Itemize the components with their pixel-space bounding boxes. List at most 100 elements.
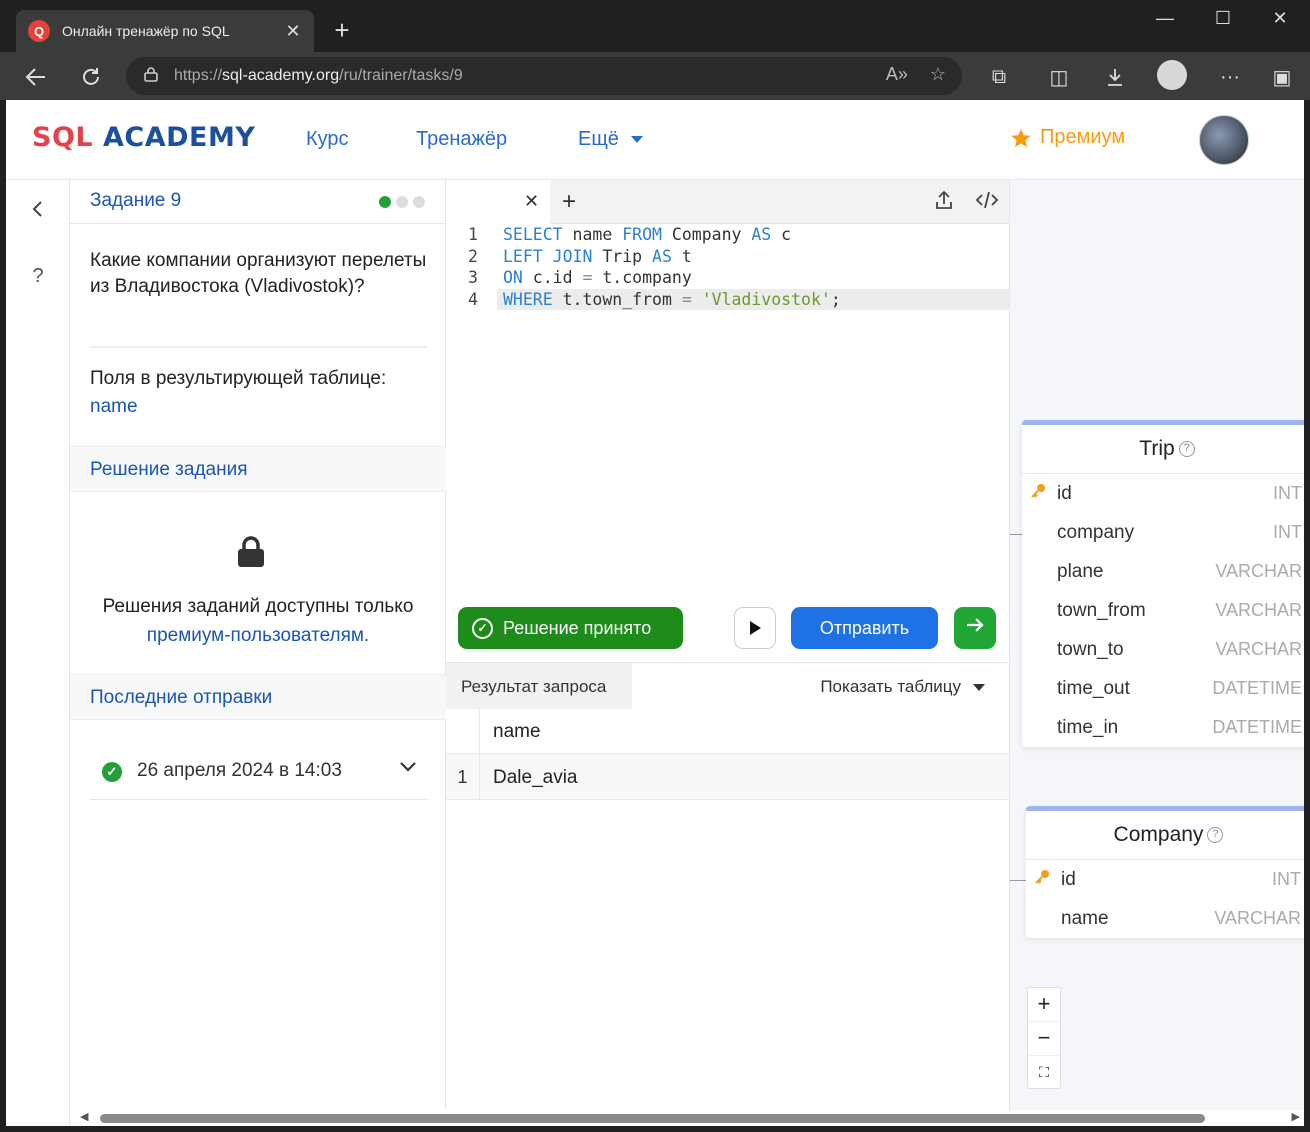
lock-icon[interactable]	[144, 66, 158, 87]
divider	[90, 346, 427, 348]
column-name: id	[1061, 869, 1076, 890]
code-icon[interactable]	[975, 190, 999, 215]
column-type: INT	[1273, 522, 1302, 542]
result-fields-value: name	[90, 396, 138, 417]
site-logo[interactable]: SQL ACADEMY	[32, 122, 255, 153]
address-bar[interactable]: https://sql-academy.org/ru/trainer/tasks…	[126, 57, 962, 95]
download-icon[interactable]	[1101, 63, 1129, 91]
scrollbar-thumb[interactable]	[100, 1114, 1205, 1123]
new-tab-button[interactable]: +	[328, 16, 356, 44]
back-icon[interactable]	[22, 63, 50, 91]
code-editor[interactable]: 1 SELECT name FROM Company AS c 2 LEFT JOIN…	[446, 224, 1009, 310]
extensions-icon[interactable]: ⧉	[985, 63, 1013, 91]
result-header: Результат запроса Показать таблицу	[446, 662, 1009, 709]
table-card-company[interactable]: Company? id INT name VARCHAR	[1026, 806, 1304, 938]
task-question: Какие компании организуют перелеты из Вл…	[90, 250, 427, 297]
table-row: 1 Dale_avia	[446, 754, 1009, 800]
code-text: LEFT JOIN Trip AS t	[503, 246, 692, 266]
schema-diagram[interactable]: + − ⛶ Trip? id INT company INT plane VARCHAR to…	[1009, 180, 1304, 1126]
code-text: SELECT name FROM Company AS c	[503, 225, 792, 244]
code-line[interactable]: 1 SELECT name FROM Company AS c	[446, 224, 1009, 246]
task-progress-dots	[379, 196, 425, 208]
code-line[interactable]: 2 LEFT JOIN Trip AS t	[446, 246, 1009, 268]
table-card-title: Trip?	[1022, 425, 1304, 474]
favorite-star-icon[interactable]: ☆	[930, 64, 946, 85]
key-icon	[1034, 869, 1050, 889]
line-number: 2	[468, 246, 478, 266]
add-tab-button[interactable]: +	[562, 188, 576, 216]
next-task-button[interactable]	[954, 607, 996, 649]
column-name: id	[1057, 483, 1072, 504]
user-avatar[interactable]	[1199, 115, 1249, 165]
zoom-out-button[interactable]: −	[1028, 1022, 1060, 1056]
close-window-button[interactable]: ✕	[1265, 8, 1295, 29]
solution-section-header[interactable]: Решение задания	[70, 446, 446, 492]
column-name: time_in	[1057, 717, 1119, 738]
tab-title: Онлайн тренажёр по SQL	[62, 23, 230, 39]
code-line[interactable]: 4 WHERE t.town_from = 'Vladivostok';	[468, 288, 1009, 310]
code-text: WHERE t.town_from = 'Vladivostok';	[503, 289, 841, 309]
result-table: name 1 Dale_avia	[446, 708, 1009, 800]
tab-query-result[interactable]: Результат запроса	[446, 663, 632, 709]
fit-screen-icon[interactable]: ⛶	[1028, 1056, 1060, 1090]
table-column: town_from VARCHAR	[1022, 591, 1304, 630]
chevron-down-icon[interactable]	[399, 756, 417, 779]
column-type: INT	[1273, 483, 1302, 503]
table-card-trip[interactable]: Trip? id INT company INT plane VARCHAR town_fro…	[1022, 420, 1304, 747]
horizontal-scrollbar[interactable]: ◀ ▶	[76, 1110, 1304, 1126]
nav-course[interactable]: Курс	[306, 128, 349, 151]
column-type: VARCHAR	[1215, 561, 1302, 581]
table-column: name VARCHAR	[1026, 899, 1304, 938]
result-fields-label: Поля в результирующей таблице:	[90, 368, 387, 389]
run-button[interactable]	[734, 607, 776, 649]
help-icon[interactable]: ?	[26, 264, 50, 288]
browser-profile-avatar[interactable]	[1157, 60, 1187, 90]
table-column: id INT	[1022, 474, 1304, 513]
zoom-in-button[interactable]: +	[1028, 988, 1060, 1022]
help-icon[interactable]: ?	[1178, 441, 1195, 458]
tab-close-icon[interactable]: ✕	[284, 21, 302, 42]
browser-tab[interactable]: Q Онлайн тренажёр по SQL ✕	[16, 10, 314, 52]
maximize-button[interactable]: ☐	[1208, 8, 1238, 29]
minimize-button[interactable]: —	[1150, 8, 1180, 29]
editor-tab[interactable]: ✕	[446, 180, 550, 224]
line-number: 1	[468, 225, 478, 244]
row-index: 1	[446, 754, 480, 800]
chevron-left-icon[interactable]	[26, 200, 50, 224]
show-table-dropdown[interactable]: Показать таблицу	[820, 677, 985, 697]
column-type: VARCHAR	[1214, 908, 1301, 928]
column-type: INT	[1272, 869, 1301, 889]
nav-trainer[interactable]: Тренажёр	[416, 128, 507, 151]
read-aloud-icon[interactable]: A»	[886, 64, 908, 85]
solution-accepted-badge[interactable]: ✓ Решение принято	[458, 607, 683, 649]
editor-tabs: ✕ +	[446, 180, 1009, 224]
relation-line	[1010, 880, 1026, 881]
close-icon[interactable]: ✕	[524, 191, 539, 212]
code-line[interactable]: 3 ON c.id = t.company	[446, 267, 1009, 289]
refresh-icon[interactable]	[77, 63, 105, 91]
more-icon[interactable]: ···	[1216, 63, 1244, 91]
arrow-right-icon	[967, 618, 984, 632]
premium-users-link[interactable]: премиум-пользователям.	[147, 625, 369, 646]
column-name: town_to	[1057, 639, 1124, 660]
browser-toolbar: https://sql-academy.org/ru/trainer/tasks…	[0, 52, 1310, 100]
line-number: 3	[468, 268, 478, 287]
caret-down-icon	[630, 136, 643, 144]
column-type: DATETIME	[1212, 678, 1302, 698]
zoom-controls: + − ⛶	[1027, 987, 1061, 1089]
submission-item[interactable]: ✓ 26 апреля 2024 в 14:03	[90, 750, 427, 800]
premium-link[interactable]: Премиум	[1010, 126, 1125, 149]
scroll-right-icon[interactable]: ▶	[1292, 1110, 1300, 1123]
help-icon[interactable]: ?	[1207, 827, 1224, 844]
split-screen-icon[interactable]: ◫	[1045, 63, 1073, 91]
submit-button[interactable]: Отправить	[791, 607, 938, 649]
upload-icon[interactable]	[934, 190, 954, 215]
check-icon: ✓	[472, 617, 493, 639]
line-number: 4	[468, 289, 478, 309]
column-type: DATETIME	[1212, 717, 1302, 737]
nav-more[interactable]: Ещё	[578, 128, 643, 151]
scroll-left-icon[interactable]: ◀	[80, 1110, 88, 1123]
sidebar-icon[interactable]: ▣	[1268, 63, 1296, 91]
check-icon: ✓	[102, 762, 122, 782]
column-type: VARCHAR	[1215, 639, 1302, 659]
